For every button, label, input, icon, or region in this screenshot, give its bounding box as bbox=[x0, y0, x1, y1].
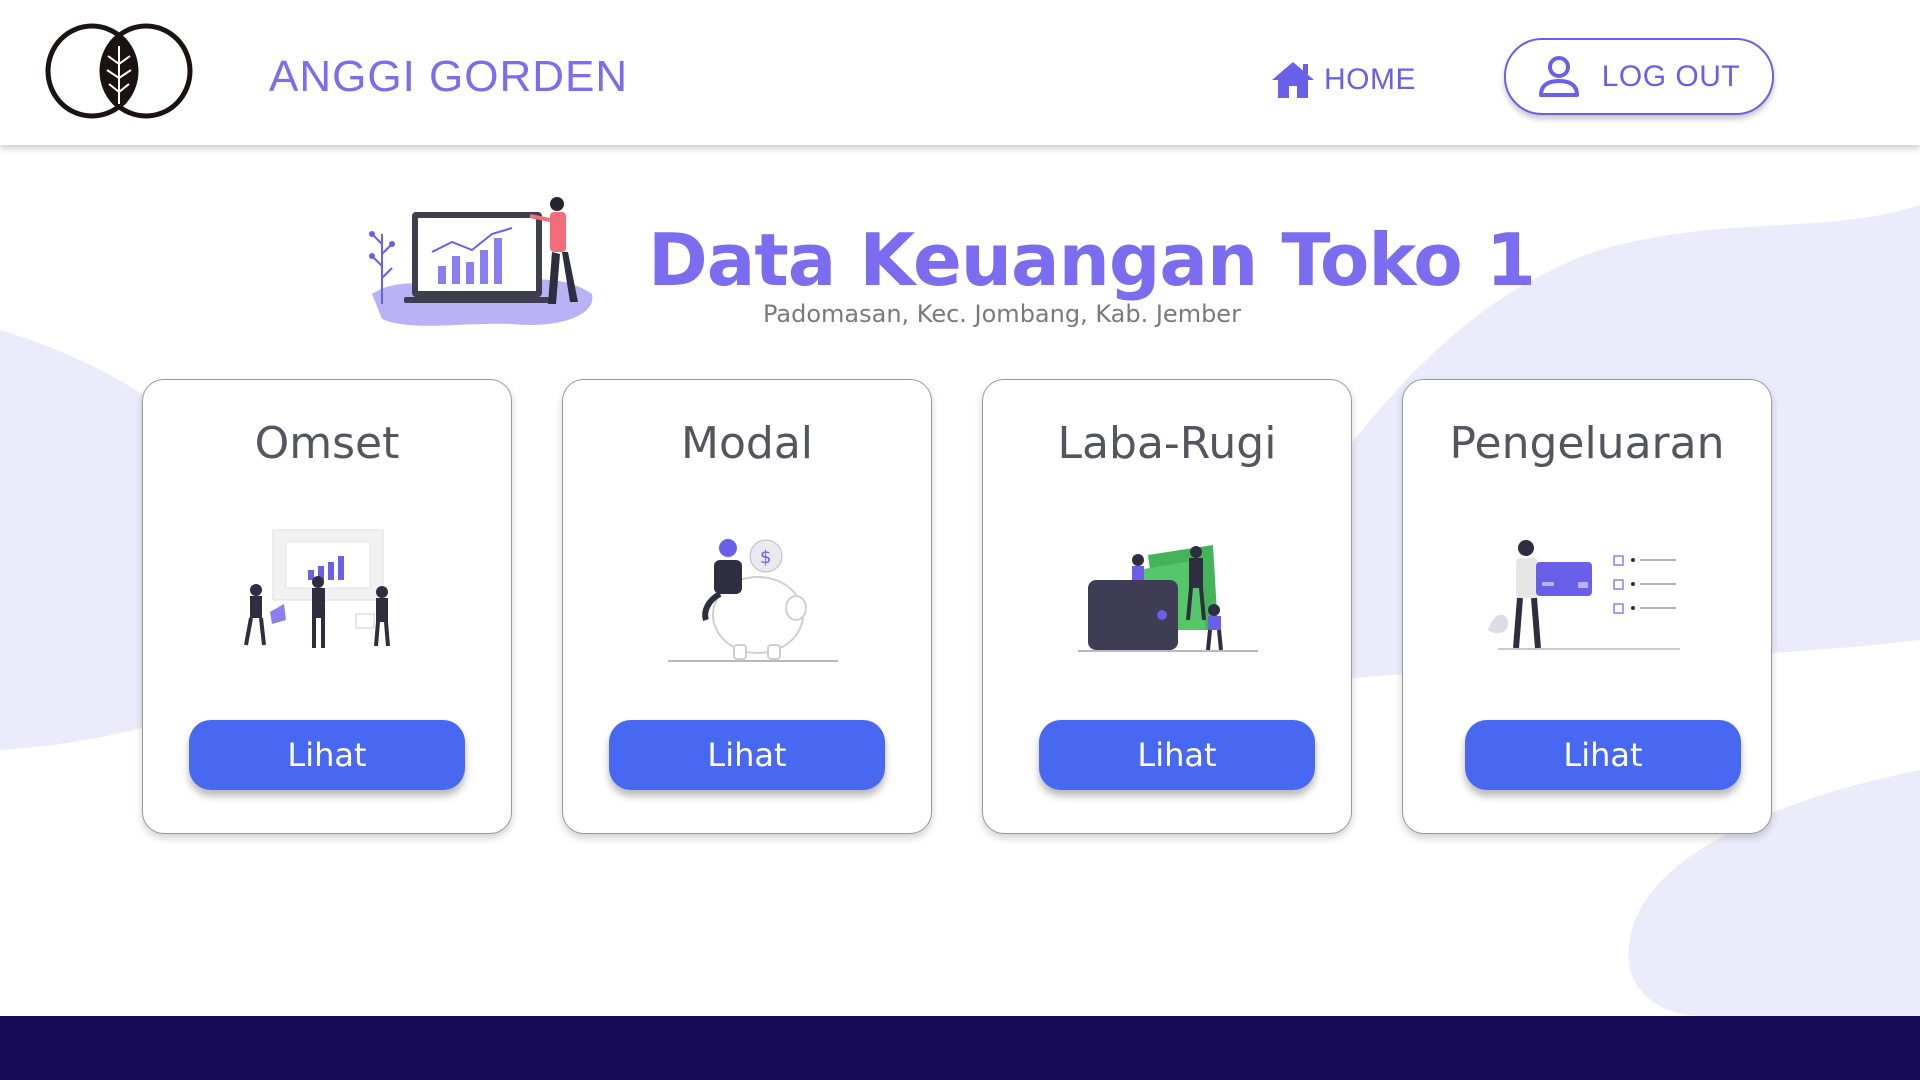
card-laba-rugi: Laba-Rugi Lihat bbox=[982, 379, 1352, 834]
card-title-omset: Omset bbox=[254, 418, 400, 469]
pengeluaran-view-button[interactable]: Lihat bbox=[1465, 720, 1741, 790]
card-omset: Omset Lihat bbox=[142, 379, 512, 834]
analytics-illustration-icon bbox=[369, 197, 593, 326]
laba-rugi-view-button[interactable]: Lihat bbox=[1039, 720, 1315, 790]
footer-bar bbox=[0, 1016, 1920, 1080]
nav-home-label: HOME bbox=[1324, 63, 1416, 96]
credit-card-checklist-icon bbox=[1488, 540, 1680, 650]
card-modal: Modal $ Lihat bbox=[562, 379, 932, 834]
revenue-chart-icon bbox=[244, 529, 390, 648]
card-title-pengeluaran: Pengeluaran bbox=[1449, 418, 1725, 469]
home-icon bbox=[1272, 62, 1314, 98]
top-navbar: ANGGI GORDEN HOME LOG OUT bbox=[0, 0, 1920, 145]
svg-text:$: $ bbox=[760, 547, 771, 568]
logout-button[interactable]: LOG OUT bbox=[1504, 38, 1774, 115]
nav-home-link[interactable]: HOME bbox=[1270, 58, 1416, 102]
piggy-bank-icon: $ bbox=[668, 539, 838, 662]
card-pengeluaran: Pengeluaran Lihat bbox=[1402, 379, 1772, 834]
modal-view-button[interactable]: Lihat bbox=[609, 720, 885, 790]
page-subtitle: Padomasan, Kec. Jombang, Kab. Jember bbox=[763, 300, 1241, 328]
omset-view-button[interactable]: Lihat bbox=[189, 720, 465, 790]
brand-logo-icon[interactable] bbox=[44, 20, 194, 122]
page-title: Data Keuangan Toko 1 bbox=[648, 218, 1536, 302]
user-icon bbox=[1538, 55, 1579, 97]
wallet-money-icon bbox=[1078, 545, 1258, 652]
card-title-laba-rugi: Laba-Rugi bbox=[1057, 418, 1277, 469]
brand-name[interactable]: ANGGI GORDEN bbox=[269, 52, 628, 102]
logout-label: LOG OUT bbox=[1601, 59, 1741, 93]
card-title-modal: Modal bbox=[681, 418, 813, 469]
